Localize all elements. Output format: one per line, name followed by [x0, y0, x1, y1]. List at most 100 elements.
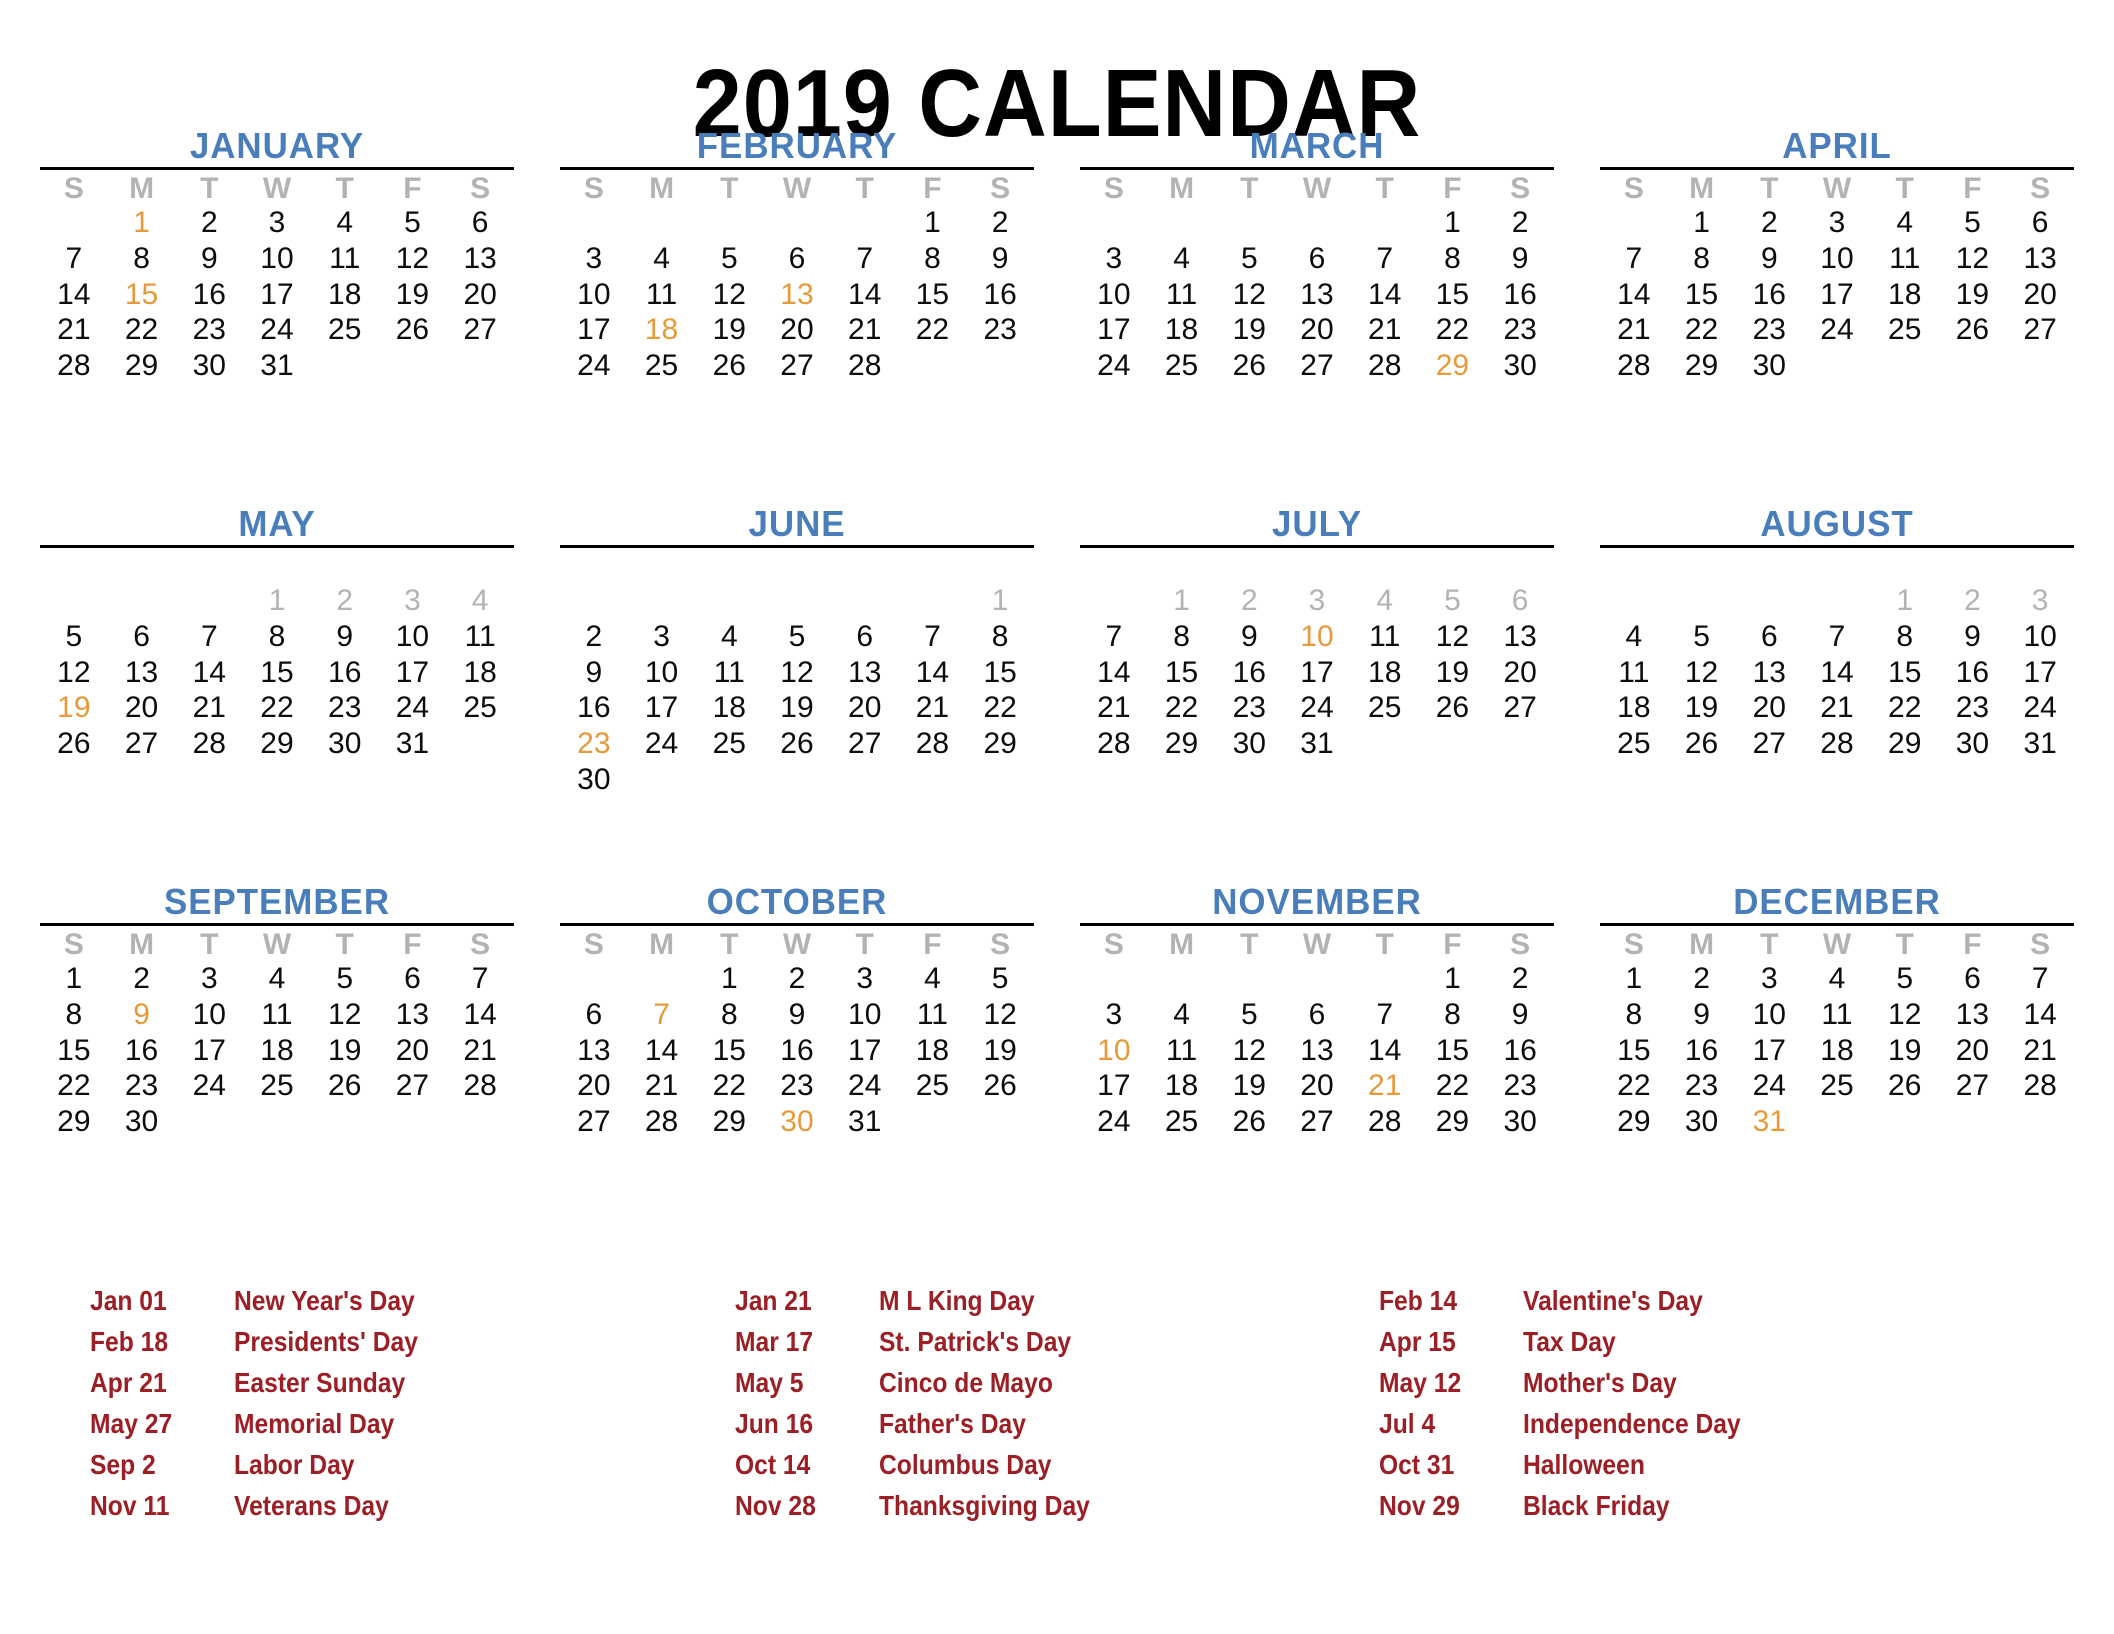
day-cell[interactable]: 19 [695, 312, 763, 348]
day-cell[interactable]: 4 [243, 961, 311, 997]
day-cell[interactable]: 24 [243, 312, 311, 348]
day-cell[interactable]: 5 [1668, 619, 1736, 655]
day-cell[interactable]: 16 [763, 1033, 831, 1069]
day-cell[interactable]: 1 [695, 961, 763, 997]
day-cell[interactable]: 21 [446, 1033, 514, 1069]
day-cell[interactable]: 14 [1803, 655, 1871, 691]
day-cell[interactable]: 4 [446, 583, 514, 619]
day-cell[interactable]: 30 [1735, 348, 1803, 384]
day-cell[interactable]: 30 [175, 348, 243, 384]
day-cell[interactable]: 10 [243, 241, 311, 277]
day-cell[interactable]: 20 [1283, 312, 1351, 348]
day-cell[interactable]: 7 [1351, 997, 1419, 1033]
day-cell[interactable]: 5 [1939, 205, 2007, 241]
day-cell[interactable]: 22 [1419, 312, 1487, 348]
day-cell[interactable]: 28 [446, 1068, 514, 1104]
day-cell[interactable]: 2 [108, 961, 176, 997]
day-cell[interactable]: 14 [40, 277, 108, 313]
day-cell[interactable]: 29 [1419, 1104, 1487, 1140]
day-cell[interactable]: 28 [899, 726, 967, 762]
day-cell[interactable]: 8 [1419, 241, 1487, 277]
day-cell[interactable]: 5 [763, 619, 831, 655]
day-cell[interactable]: 7 [446, 961, 514, 997]
day-cell[interactable]: 15 [1600, 1033, 1668, 1069]
day-cell[interactable]: 8 [40, 997, 108, 1033]
day-cell[interactable]: 18 [1600, 690, 1668, 726]
day-cell[interactable]: 26 [379, 312, 447, 348]
day-cell[interactable]: 19 [1419, 655, 1487, 691]
day-cell[interactable]: 25 [1600, 726, 1668, 762]
day-cell[interactable]: 26 [1668, 726, 1736, 762]
day-cell[interactable]: 22 [1871, 690, 1939, 726]
day-cell[interactable]: 31 [1283, 726, 1351, 762]
day-cell[interactable]: 2 [1486, 205, 1554, 241]
day-cell[interactable]: 9 [108, 997, 176, 1033]
day-cell[interactable]: 13 [763, 277, 831, 313]
day-cell[interactable]: 1 [966, 583, 1034, 619]
day-cell[interactable]: 17 [1080, 312, 1148, 348]
day-cell[interactable]: 8 [1600, 997, 1668, 1033]
day-cell[interactable]: 30 [1215, 726, 1283, 762]
day-cell[interactable]: 3 [1283, 583, 1351, 619]
day-cell[interactable]: 2 [1668, 961, 1736, 997]
day-cell[interactable]: 11 [899, 997, 967, 1033]
day-cell[interactable]: 23 [560, 726, 628, 762]
day-cell[interactable]: 29 [243, 726, 311, 762]
day-cell[interactable]: 13 [446, 241, 514, 277]
day-cell[interactable]: 21 [1080, 690, 1148, 726]
day-cell[interactable]: 6 [2006, 205, 2074, 241]
day-cell[interactable]: 22 [1419, 1068, 1487, 1104]
day-cell[interactable]: 27 [446, 312, 514, 348]
day-cell[interactable]: 4 [1148, 241, 1216, 277]
day-cell[interactable]: 23 [1486, 1068, 1554, 1104]
day-cell[interactable]: 16 [1486, 1033, 1554, 1069]
day-cell[interactable]: 21 [175, 690, 243, 726]
day-cell[interactable]: 12 [1419, 619, 1487, 655]
day-cell[interactable]: 15 [1419, 277, 1487, 313]
day-cell[interactable]: 28 [1080, 726, 1148, 762]
day-cell[interactable]: 3 [1080, 997, 1148, 1033]
day-cell[interactable]: 24 [1080, 1104, 1148, 1140]
day-cell[interactable]: 17 [1803, 277, 1871, 313]
day-cell[interactable]: 31 [379, 726, 447, 762]
day-cell[interactable]: 26 [1419, 690, 1487, 726]
day-cell[interactable]: 10 [1283, 619, 1351, 655]
day-cell[interactable]: 23 [175, 312, 243, 348]
day-cell[interactable]: 11 [1148, 1033, 1216, 1069]
day-cell[interactable]: 30 [1668, 1104, 1736, 1140]
day-cell[interactable]: 28 [2006, 1068, 2074, 1104]
day-cell[interactable]: 16 [175, 277, 243, 313]
day-cell[interactable]: 20 [108, 690, 176, 726]
day-cell[interactable]: 27 [1283, 1104, 1351, 1140]
day-cell[interactable]: 13 [2006, 241, 2074, 277]
day-cell[interactable]: 6 [1735, 619, 1803, 655]
day-cell[interactable]: 15 [1419, 1033, 1487, 1069]
day-cell[interactable]: 28 [40, 348, 108, 384]
day-cell[interactable]: 20 [446, 277, 514, 313]
day-cell[interactable]: 14 [899, 655, 967, 691]
day-cell[interactable]: 23 [966, 312, 1034, 348]
day-cell[interactable]: 4 [899, 961, 967, 997]
day-cell[interactable]: 18 [243, 1033, 311, 1069]
day-cell[interactable]: 9 [966, 241, 1034, 277]
day-cell[interactable]: 25 [311, 312, 379, 348]
day-cell[interactable]: 3 [2006, 583, 2074, 619]
day-cell[interactable]: 22 [108, 312, 176, 348]
day-cell[interactable]: 24 [1803, 312, 1871, 348]
day-cell[interactable]: 20 [1486, 655, 1554, 691]
day-cell[interactable]: 9 [1486, 241, 1554, 277]
day-cell[interactable]: 9 [763, 997, 831, 1033]
day-cell[interactable]: 12 [763, 655, 831, 691]
day-cell[interactable]: 26 [1939, 312, 2007, 348]
day-cell[interactable]: 14 [831, 277, 899, 313]
day-cell[interactable]: 20 [560, 1068, 628, 1104]
day-cell[interactable]: 3 [1735, 961, 1803, 997]
day-cell[interactable]: 19 [379, 277, 447, 313]
day-cell[interactable]: 29 [1419, 348, 1487, 384]
day-cell[interactable]: 30 [108, 1104, 176, 1140]
day-cell[interactable]: 17 [1735, 1033, 1803, 1069]
day-cell[interactable]: 12 [1215, 277, 1283, 313]
day-cell[interactable]: 10 [379, 619, 447, 655]
day-cell[interactable]: 23 [763, 1068, 831, 1104]
day-cell[interactable]: 10 [2006, 619, 2074, 655]
